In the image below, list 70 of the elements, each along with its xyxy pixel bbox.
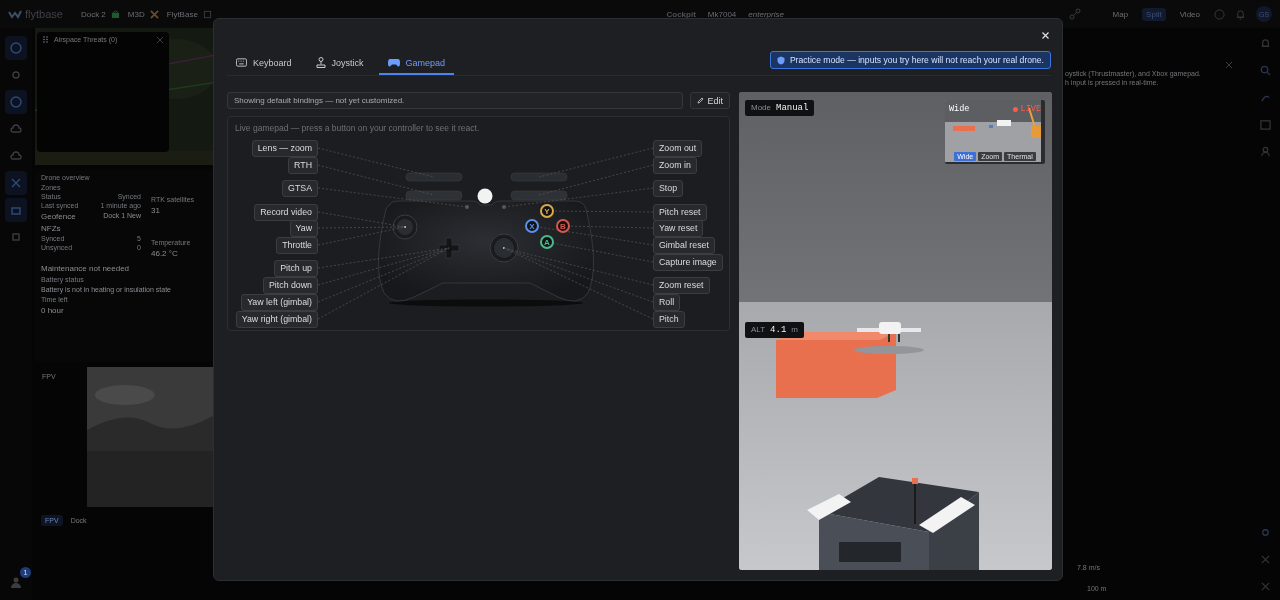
pencil-icon: [697, 97, 705, 104]
search-icon[interactable]: [1259, 65, 1271, 76]
binding-label: GTSA: [282, 180, 318, 197]
close-icon[interactable]: [157, 36, 163, 43]
binding-label: RTH: [288, 157, 318, 174]
page-title: Cockpit: [666, 9, 696, 19]
drag-handle-icon[interactable]: [43, 36, 48, 43]
people-icon[interactable]: [9, 576, 23, 588]
context-item[interactable]: Dock 2: [80, 9, 120, 19]
binding-label: Pitch down: [262, 277, 318, 294]
dock-icon: [110, 9, 120, 19]
bindings-status-field: Showing default bindings — not yet customized.: [227, 92, 684, 109]
binding-label: Yaw reset: [653, 220, 704, 237]
context-item[interactable]: FlytBase: [166, 9, 212, 19]
bell-icon[interactable]: [1259, 38, 1271, 49]
binding-label: Zoom in: [653, 157, 697, 174]
mode-tab[interactable]: Gamepad: [378, 54, 455, 75]
binding-label: Zoom out: [653, 140, 703, 157]
joystick-icon: [315, 57, 326, 68]
binding-label: Lens — zoom: [251, 140, 318, 157]
building-icon: [202, 9, 212, 19]
view-toggle[interactable]: Map: [1108, 7, 1133, 21]
plan-label: enterprise: [748, 9, 784, 19]
drone-icon[interactable]: [10, 177, 22, 189]
device-name: Mk7004: [707, 9, 737, 19]
brand-name: flytbase: [25, 8, 63, 20]
binding-label: Yaw: [289, 220, 318, 237]
cloud-icon[interactable]: [10, 123, 22, 135]
edit-button[interactable]: Edit: [690, 92, 730, 109]
context-item[interactable]: M3D: [127, 9, 159, 19]
close-button[interactable]: [1040, 29, 1051, 41]
field-value: 46.2 °C: [151, 249, 179, 258]
shield-icon: [776, 55, 785, 65]
logo-icon: [8, 9, 22, 19]
notification-badge: 1: [20, 567, 31, 578]
person-icon[interactable]: [1259, 146, 1271, 157]
calendar-icon[interactable]: [1259, 119, 1271, 130]
help-icon[interactable]: [1214, 8, 1225, 20]
gamepad-icon: [387, 58, 400, 67]
binding-label: Capture image: [653, 254, 723, 271]
binding-label: Yaw left (gimbal): [241, 294, 318, 311]
section-title: NFZs: [41, 224, 62, 233]
bell-icon[interactable]: [1235, 8, 1246, 20]
mode-tab[interactable]: Joystick: [306, 54, 373, 75]
close-icon[interactable]: [1226, 62, 1232, 68]
status-text: Maintenance not needed: [41, 264, 131, 273]
drone-icon[interactable]: [1259, 554, 1271, 565]
binding-label: Gimbal reset: [653, 237, 715, 254]
close-icon: [1042, 31, 1049, 39]
drone-icon: [149, 9, 159, 19]
binding-label: Stop: [653, 180, 684, 197]
binding-label: Roll: [653, 294, 681, 311]
mode-tab[interactable]: Keyboard: [227, 54, 301, 75]
binding-label: Zoom reset: [653, 277, 710, 294]
binding-label: Record video: [254, 204, 318, 221]
binding-label: Throttle: [276, 237, 318, 254]
dock-icon[interactable]: [10, 204, 22, 216]
banner-text: Practice mode — inputs you try here will not reach your real drone.: [789, 55, 1044, 65]
binding-label: Yaw right (gimbal): [235, 311, 318, 328]
panel-caption: Live gamepad — press a button on your controller to see it react.: [235, 123, 480, 133]
view-toggle[interactable]: Video: [1175, 7, 1204, 21]
keyboard-icon: [236, 58, 247, 67]
binding-label: Pitch: [653, 311, 685, 328]
cloud-icon[interactable]: [10, 150, 22, 162]
field-value: 31: [151, 206, 161, 215]
field-value: 0 hour: [41, 306, 65, 315]
field-label: Geofence: [41, 212, 76, 221]
chip-icon[interactable]: [10, 231, 22, 243]
binding-label: Pitch reset: [653, 204, 707, 221]
binding-label: Pitch up: [274, 260, 318, 277]
